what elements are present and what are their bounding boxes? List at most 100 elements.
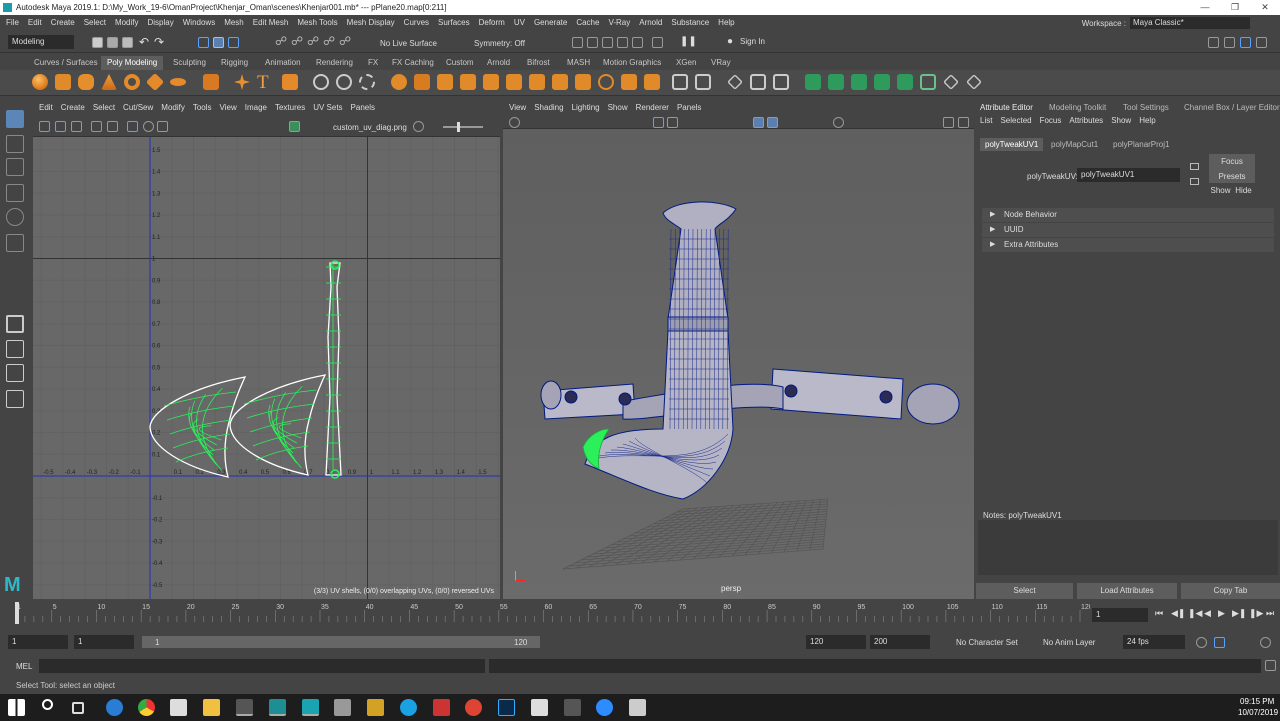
section-node-behavior[interactable]: Node Behavior: [982, 208, 1274, 222]
tab-channel-box[interactable]: Channel Box / Layer Editor: [1184, 101, 1280, 114]
range-start-handle-label[interactable]: 1: [155, 638, 159, 647]
select-button[interactable]: Select: [976, 583, 1073, 599]
menu-edit[interactable]: Edit: [28, 18, 42, 27]
uv-frame-icon[interactable]: [71, 121, 82, 132]
combine-icon[interactable]: [313, 74, 329, 90]
poly-sphere-icon[interactable]: [32, 74, 48, 90]
scale-tool-icon[interactable]: [6, 234, 24, 252]
menu-edit-mesh[interactable]: Edit Mesh: [253, 18, 289, 27]
uv-menu-cut-sew[interactable]: Cut/Sew: [123, 103, 153, 112]
smooth-shade-icon[interactable]: [667, 117, 678, 128]
clock-date[interactable]: 10/07/2019: [1238, 708, 1278, 717]
photos-icon[interactable]: [629, 699, 646, 716]
symmetry-label[interactable]: Symmetry: Off: [474, 39, 525, 48]
notes-textarea[interactable]: [978, 520, 1278, 575]
xray-icon[interactable]: [833, 117, 844, 128]
vp-menu-panels[interactable]: Panels: [677, 103, 701, 112]
offset-edge-loop-icon[interactable]: [773, 74, 789, 90]
select-hierarchy-icon[interactable]: [198, 37, 209, 48]
file-explorer-icon[interactable]: [203, 699, 220, 716]
perspective-canvas[interactable]: [503, 129, 974, 599]
type-icon[interactable]: T: [257, 72, 269, 94]
isolate-select-icon[interactable]: [958, 117, 969, 128]
four-view-layout-icon[interactable]: [6, 340, 24, 358]
menu-select[interactable]: Select: [84, 18, 106, 27]
hypershade-icon[interactable]: [632, 37, 643, 48]
uv-menu-tools[interactable]: Tools: [193, 103, 212, 112]
ae-menu-show[interactable]: Show: [1111, 116, 1131, 125]
uv-isolate-icon[interactable]: [143, 121, 154, 132]
new-scene-icon[interactable]: [92, 37, 103, 48]
poly-cube-icon[interactable]: [55, 74, 71, 90]
uv-shell-border[interactable]: [229, 374, 327, 476]
uv-menu-image[interactable]: Image: [245, 103, 267, 112]
live-surface-label[interactable]: No Live Surface: [380, 39, 437, 48]
uv-layout-icon[interactable]: [920, 74, 936, 90]
ae-menu-focus[interactable]: Focus: [1040, 116, 1062, 125]
shelf-tab-motion-graphics[interactable]: Motion Graphics: [597, 56, 667, 70]
uv-exposure-icon[interactable]: [413, 121, 424, 132]
menu-help[interactable]: Help: [718, 18, 734, 27]
smooth-icon[interactable]: [359, 74, 375, 90]
uv-menu-view[interactable]: View: [220, 103, 237, 112]
poly-cone-icon[interactable]: [101, 74, 117, 90]
shelf-tab-custom[interactable]: Custom: [440, 56, 480, 70]
shelf-tab-animation[interactable]: Animation: [259, 56, 307, 70]
super-shape-icon[interactable]: [234, 74, 250, 90]
vp-menu-renderer[interactable]: Renderer: [636, 103, 669, 112]
node-tab-polymapcut1[interactable]: polyMapCut1: [1051, 138, 1098, 151]
step-back-frame-icon[interactable]: ❚◀: [1188, 608, 1202, 619]
app-icon[interactable]: [334, 699, 351, 716]
mel-input[interactable]: [39, 659, 485, 673]
store-icon[interactable]: [170, 699, 187, 716]
3dsmax-icon[interactable]: [269, 699, 286, 716]
vp-menu-shading[interactable]: Shading: [534, 103, 563, 112]
range-slider-track[interactable]: [142, 636, 540, 648]
boolean-union-icon[interactable]: [552, 74, 568, 90]
copy-tab-button[interactable]: Copy Tab: [1181, 583, 1280, 599]
perspective-view[interactable]: persp: [503, 129, 974, 599]
ae-menu-help[interactable]: Help: [1139, 116, 1155, 125]
uv-canvas[interactable]: -0.5 -0.4 -0.3 -0.2 -0.1 0.1 0.2 0.3 0.4 0.5 0.6 0.…: [33, 137, 500, 599]
poly-cylinder-icon[interactable]: [78, 74, 94, 90]
boolean-difference-icon[interactable]: [575, 74, 591, 90]
two-view-layout-icon[interactable]: [6, 364, 24, 382]
ae-menu-attributes[interactable]: Attributes: [1069, 116, 1103, 125]
step-forward-key-icon[interactable]: ❚▶: [1249, 608, 1263, 619]
paint-select-icon[interactable]: [6, 158, 24, 176]
uv-distortion-icon[interactable]: [107, 121, 118, 132]
shelf-tab-mash[interactable]: MASH: [561, 56, 596, 70]
skype-icon[interactable]: [400, 699, 417, 716]
ae-menu-selected[interactable]: Selected: [1000, 116, 1031, 125]
zoom-icon[interactable]: [596, 699, 613, 716]
shelf-tab-rendering[interactable]: Rendering: [310, 56, 359, 70]
poly-plane-icon[interactable]: [145, 72, 165, 92]
shelf-tab-vray[interactable]: VRay: [705, 56, 737, 70]
blender-icon[interactable]: [236, 699, 253, 716]
open-scene-icon[interactable]: [107, 37, 118, 48]
edge-icon[interactable]: [106, 699, 123, 716]
timeline-current-frame-marker[interactable]: [15, 602, 19, 624]
substance-painter-icon[interactable]: [465, 699, 482, 716]
uv-menu-modify[interactable]: Modify: [161, 103, 185, 112]
render-frame-icon[interactable]: [572, 37, 583, 48]
ipr-render-icon[interactable]: [602, 37, 613, 48]
shelf-tab-fx-caching[interactable]: FX Caching: [386, 56, 440, 70]
photoshop-icon[interactable]: [498, 699, 515, 716]
loop-icon[interactable]: [1196, 637, 1207, 648]
uv-menu-panels[interactable]: Panels: [351, 103, 375, 112]
menu-curves[interactable]: Curves: [404, 18, 429, 27]
menu-surfaces[interactable]: Surfaces: [438, 18, 470, 27]
character-set-dropdown[interactable]: No Character Set: [956, 638, 1018, 647]
menu-set-dropdown[interactable]: Modeling: [8, 35, 74, 49]
node-name-field[interactable]: polyTweakUV1: [1077, 168, 1180, 182]
save-scene-icon[interactable]: [122, 37, 133, 48]
chrome-icon[interactable]: [138, 699, 155, 716]
vp-menu-lighting[interactable]: Lighting: [572, 103, 600, 112]
uv-exposure-handle[interactable]: [457, 122, 460, 132]
calculator-icon[interactable]: [564, 699, 581, 716]
go-to-start-icon[interactable]: ⏮: [1155, 608, 1163, 619]
start-time-field[interactable]: 1: [8, 635, 68, 649]
uv-automatic-icon[interactable]: [874, 74, 890, 90]
step-forward-frame-icon[interactable]: ▶❚: [1232, 608, 1246, 619]
